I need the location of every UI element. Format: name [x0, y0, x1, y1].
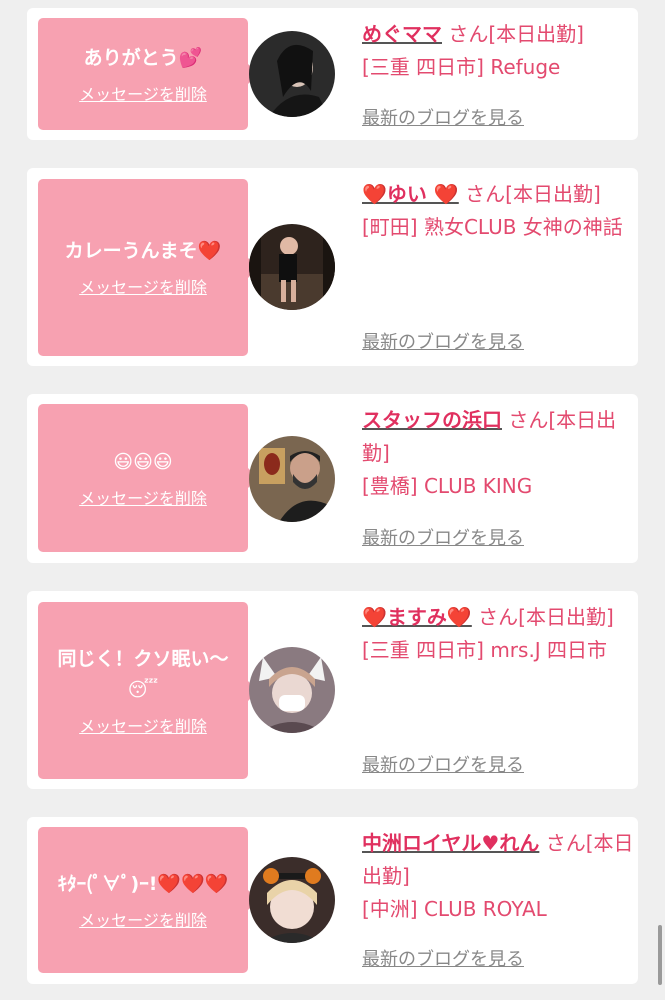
message-bubble: 😃😃😃 メッセージを削除 — [38, 404, 258, 552]
delete-message-link[interactable]: メッセージを削除 — [79, 716, 207, 738]
message-card: ありがとう💕 メッセージを削除 めぐママ さん[本日出勤] [三重 四日市] R… — [27, 8, 638, 140]
message-card: ｷﾀｰ(ﾟ∀ﾟ)ｰ!❤️❤️❤️ メッセージを削除 中洲ロイヤル♥れん さん[本… — [27, 817, 638, 984]
view-blog-link[interactable]: 最新のブログを見る — [362, 104, 524, 130]
view-blog-link[interactable]: 最新のブログを見る — [362, 751, 524, 777]
cast-info: ❤️ゆい ❤️ さん[本日出勤] [町田] 熟女CLUB 女神の神話 — [362, 178, 634, 244]
cast-name-link[interactable]: スタッフの浜口 — [362, 408, 502, 432]
cast-location: [中洲] CLUB ROYAL — [362, 897, 547, 921]
delete-message-link[interactable]: メッセージを削除 — [79, 84, 207, 106]
cast-info: 中洲ロイヤル♥れん さん[本日出勤] [中洲] CLUB ROYAL — [362, 827, 634, 926]
message-text: 😃😃😃 — [113, 450, 173, 473]
cast-name-link[interactable]: 中洲ロイヤル♥れん — [362, 831, 539, 855]
message-bubble: ありがとう💕 メッセージを削除 — [38, 18, 258, 130]
message-text: カレーうんまそ❤️ — [64, 240, 222, 262]
cast-location: [三重 四日市] Refuge — [362, 55, 561, 79]
message-bubble: カレーうんまそ❤️ メッセージを削除 — [38, 179, 258, 356]
message-text: ｷﾀｰ(ﾟ∀ﾟ)ｰ!❤️❤️❤️ — [57, 872, 229, 895]
avatar[interactable] — [249, 31, 335, 117]
cast-location: [豊橋] CLUB KING — [362, 474, 533, 498]
delete-message-link[interactable]: メッセージを削除 — [79, 277, 207, 299]
cast-info: スタッフの浜口 さん[本日出勤] [豊橋] CLUB KING — [362, 404, 634, 503]
cast-name-link[interactable]: ❤️ゆい ❤️ — [362, 182, 459, 206]
message-bubble: 同じく！クソ眠い〜😴 メッセージを削除 — [38, 602, 258, 779]
avatar[interactable] — [249, 436, 335, 522]
avatar[interactable] — [249, 647, 335, 733]
cast-name-link[interactable]: ❤️ますみ❤️ — [362, 605, 472, 629]
avatar[interactable] — [249, 224, 335, 310]
message-card: 😃😃😃 メッセージを削除 スタッフの浜口 さん[本日出勤] [豊橋] CLUB … — [27, 394, 638, 563]
message-text: ありがとう💕 — [83, 46, 203, 69]
view-blog-link[interactable]: 最新のブログを見る — [362, 524, 524, 550]
delete-message-link[interactable]: メッセージを削除 — [79, 488, 207, 510]
avatar[interactable] — [249, 857, 335, 943]
cast-status: さん[本日出勤] — [442, 22, 584, 46]
view-blog-link[interactable]: 最新のブログを見る — [362, 328, 524, 354]
cast-location: [三重 四日市] mrs.J 四日市 — [362, 638, 608, 662]
message-list: ありがとう💕 メッセージを削除 めぐママ さん[本日出勤] [三重 四日市] R… — [0, 0, 665, 1000]
message-card: カレーうんまそ❤️ メッセージを削除 ❤️ゆい ❤️ さん[本日出勤] [町田]… — [27, 168, 638, 366]
cast-name-link[interactable]: めぐママ — [362, 22, 442, 46]
scrollbar[interactable] — [658, 925, 662, 985]
cast-location: [町田] 熟女CLUB 女神の神話 — [362, 215, 623, 239]
message-card: 同じく！クソ眠い〜😴 メッセージを削除 ❤️ますみ❤️ さん[本日出勤] [三重… — [27, 591, 638, 789]
message-text: 同じく！クソ眠い〜😴 — [57, 647, 229, 701]
delete-message-link[interactable]: メッセージを削除 — [79, 910, 207, 932]
cast-status: さん[本日出勤] — [458, 182, 601, 206]
cast-status: さん[本日出勤] — [471, 605, 614, 629]
view-blog-link[interactable]: 最新のブログを見る — [362, 945, 524, 971]
message-bubble: ｷﾀｰ(ﾟ∀ﾟ)ｰ!❤️❤️❤️ メッセージを削除 — [38, 827, 258, 973]
cast-info: ❤️ますみ❤️ さん[本日出勤] [三重 四日市] mrs.J 四日市 — [362, 601, 634, 667]
cast-info: めぐママ さん[本日出勤] [三重 四日市] Refuge — [362, 18, 634, 84]
